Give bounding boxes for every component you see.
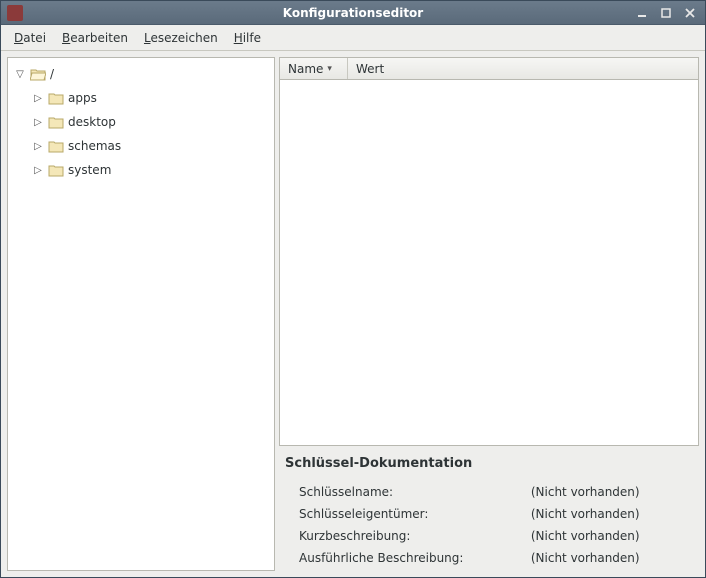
window-title: Konfigurationseditor [1, 6, 705, 20]
minimize-button[interactable] [635, 6, 649, 20]
tree-item-schemas[interactable]: ▷ schemas [10, 134, 272, 158]
tree-item-label: system [68, 163, 111, 177]
menubar: Datei Bearbeiten Lesezeichen Hilfe [1, 25, 705, 51]
expand-icon[interactable]: ▷ [32, 117, 44, 128]
collapse-icon[interactable]: ▽ [14, 69, 26, 80]
column-value[interactable]: Wert [348, 58, 698, 79]
content-area: ▽ / ▷ apps ▷ desktop ▷ [1, 51, 705, 577]
doc-value-shortdesc: (Nicht vorhanden) [531, 529, 693, 543]
menu-help[interactable]: Hilfe [227, 28, 268, 48]
doc-value-keyowner: (Nicht vorhanden) [531, 507, 693, 521]
tree-item-label: desktop [68, 115, 116, 129]
tree-item-label: schemas [68, 139, 121, 153]
expand-icon[interactable]: ▷ [32, 165, 44, 176]
doc-value-longdesc: (Nicht vorhanden) [531, 551, 693, 565]
maximize-button[interactable] [659, 6, 673, 20]
folder-icon [48, 116, 64, 129]
tree-item-label: apps [68, 91, 97, 105]
column-name[interactable]: Name [280, 58, 348, 79]
window: Konfigurationseditor Datei Bearbeiten Le… [0, 0, 706, 578]
folder-icon [48, 164, 64, 177]
menu-bookmarks[interactable]: Lesezeichen [137, 28, 225, 48]
tree-root[interactable]: ▽ / [10, 62, 272, 86]
expand-icon[interactable]: ▷ [32, 141, 44, 152]
close-button[interactable] [683, 6, 697, 20]
doc-label-keyname: Schlüsselname: [299, 485, 517, 499]
right-pane: Name Wert Schlüssel-Dokumentation Schlüs… [279, 57, 699, 571]
folder-icon [48, 92, 64, 105]
folder-open-icon [30, 68, 46, 81]
doc-heading: Schlüssel-Dokumentation [285, 456, 693, 471]
doc-table: Schlüsselname: (Nicht vorhanden) Schlüss… [285, 485, 693, 565]
tree-root-label: / [50, 67, 54, 81]
tree-item-apps[interactable]: ▷ apps [10, 86, 272, 110]
folder-icon [48, 140, 64, 153]
tree-pane[interactable]: ▽ / ▷ apps ▷ desktop ▷ [7, 57, 275, 571]
list-header: Name Wert [279, 57, 699, 79]
titlebar[interactable]: Konfigurationseditor [1, 1, 705, 25]
window-controls [635, 6, 705, 20]
doc-panel: Schlüssel-Dokumentation Schlüsselname: (… [279, 446, 699, 571]
menu-edit[interactable]: Bearbeiten [55, 28, 135, 48]
list-body[interactable] [279, 79, 699, 446]
doc-label-longdesc: Ausführliche Beschreibung: [299, 551, 517, 565]
doc-label-keyowner: Schlüsseleigentümer: [299, 507, 517, 521]
doc-label-shortdesc: Kurzbeschreibung: [299, 529, 517, 543]
tree-item-desktop[interactable]: ▷ desktop [10, 110, 272, 134]
expand-icon[interactable]: ▷ [32, 93, 44, 104]
doc-value-keyname: (Nicht vorhanden) [531, 485, 693, 499]
app-icon [7, 5, 23, 21]
menu-file[interactable]: Datei [7, 28, 53, 48]
tree-item-system[interactable]: ▷ system [10, 158, 272, 182]
